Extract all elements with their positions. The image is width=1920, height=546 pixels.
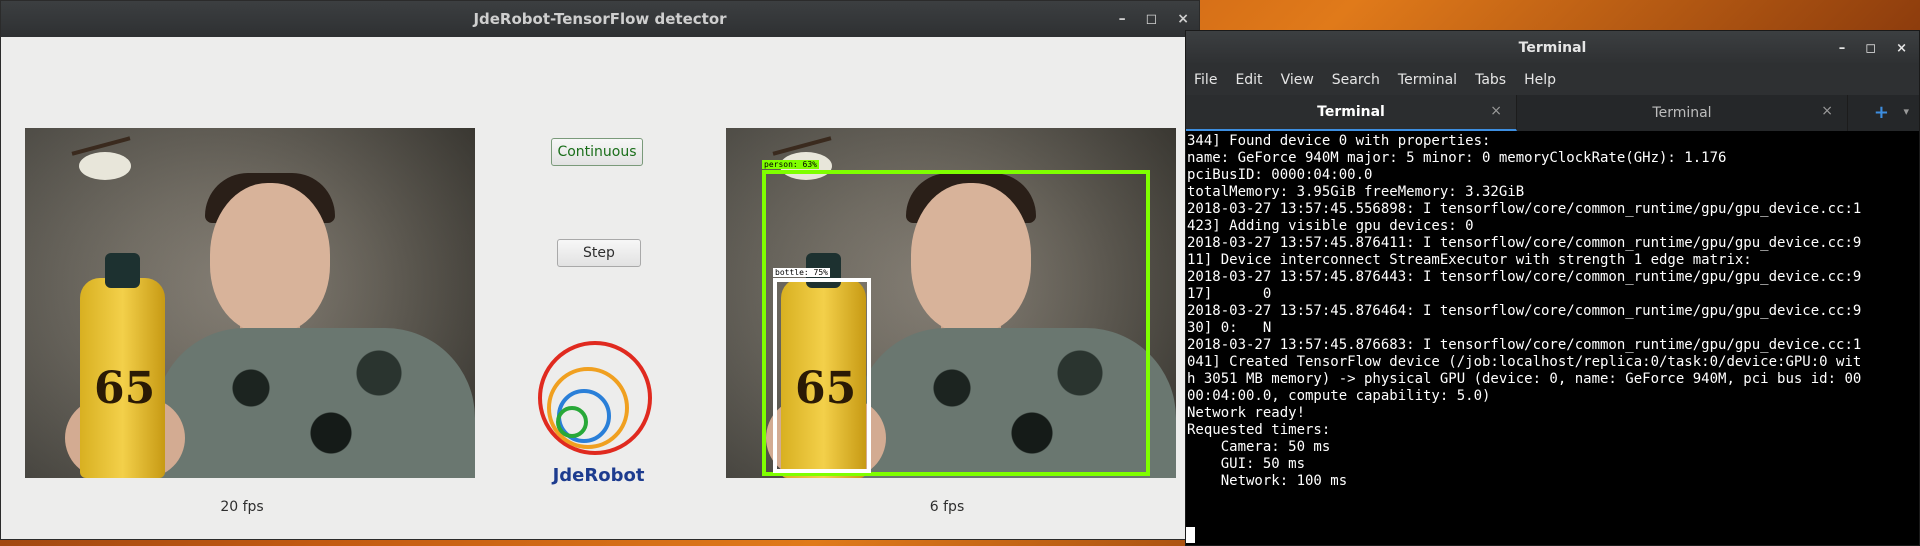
terminal-line: 423] Adding visible gpu devices: 0	[1187, 218, 1474, 234]
maximize-icon[interactable]: ◻	[1865, 41, 1876, 56]
bottle-bounding-box	[773, 278, 871, 473]
terminal-cursor	[1186, 527, 1195, 543]
maximize-icon[interactable]: ◻	[1146, 11, 1158, 27]
step-button[interactable]: Step	[557, 239, 641, 267]
terminal-line: 2018-03-27 13:57:45.876464: I tensorflow…	[1187, 303, 1862, 319]
tab-close-icon[interactable]: ×	[1821, 103, 1833, 119]
terminal-line: 2018-03-27 13:57:45.876683: I tensorflow…	[1187, 337, 1862, 353]
menu-search[interactable]: Search	[1332, 72, 1380, 88]
terminal-line: 11] Device interconnect StreamExecutor w…	[1187, 252, 1752, 268]
close-icon[interactable]: ×	[1177, 11, 1189, 27]
menu-terminal[interactable]: Terminal	[1398, 72, 1457, 88]
tab-close-icon[interactable]: ×	[1490, 103, 1502, 119]
terminal-tabbar: Terminal × Terminal × + ▾	[1186, 95, 1919, 131]
minimize-icon[interactable]: –	[1839, 41, 1846, 56]
input-fps-label: 20 fps	[220, 499, 264, 515]
output-fps-label: 6 fps	[929, 499, 965, 515]
camera-input-image: 65	[25, 128, 475, 478]
terminal-window: Terminal – ◻ × File Edit View Search Ter…	[1185, 30, 1920, 546]
close-icon[interactable]: ×	[1896, 41, 1907, 56]
terminal-line: 00:04:00.0, compute capability: 5.0)	[1187, 388, 1491, 404]
terminal-line: 30] 0: N	[1187, 320, 1272, 336]
terminal-line: name: GeForce 940M major: 5 minor: 0 mem…	[1187, 150, 1727, 166]
jderobot-logo	[538, 341, 652, 455]
terminal-line: Camera: 50 ms	[1187, 439, 1331, 455]
terminal-line: Network: 100 ms	[1187, 473, 1348, 489]
terminal-titlebar[interactable]: Terminal – ◻ ×	[1186, 31, 1919, 65]
terminal-line: h 3051 MB memory) -> physical GPU (devic…	[1187, 371, 1862, 387]
detector-titlebar[interactable]: JdeRobot-TensorFlow detector – ◻ ×	[1, 1, 1199, 37]
menu-tabs[interactable]: Tabs	[1475, 72, 1506, 88]
detection-output-image: 65 person: 63% bottle: 75%	[726, 128, 1176, 478]
terminal-line: totalMemory: 3.95GiB freeMemory: 3.32GiB	[1187, 184, 1525, 200]
terminal-title: Terminal	[1518, 40, 1587, 56]
menu-help[interactable]: Help	[1524, 72, 1556, 88]
new-tab-icon[interactable]: +	[1874, 102, 1889, 123]
bottle-label: bottle: 75%	[773, 268, 830, 277]
terminal-line: 344] Found device 0 with properties:	[1187, 133, 1491, 149]
minimize-icon[interactable]: –	[1119, 11, 1126, 27]
terminal-line: 17] 0	[1187, 286, 1272, 302]
detector-window: JdeRobot-TensorFlow detector – ◻ × 65 Co…	[0, 0, 1200, 540]
tab-label: Terminal	[1652, 105, 1712, 121]
tab-label: Terminal	[1317, 104, 1385, 120]
bottle-object: 65	[80, 253, 165, 478]
continuous-button[interactable]: Continuous	[551, 138, 643, 166]
detector-title: JdeRobot-TensorFlow detector	[473, 10, 727, 28]
tab-terminal-2[interactable]: Terminal ×	[1517, 95, 1848, 131]
terminal-line: Network ready!	[1187, 405, 1306, 421]
terminal-line: 2018-03-27 13:57:45.876411: I tensorflow…	[1187, 235, 1862, 251]
terminal-line: 041] Created TensorFlow device (/job:loc…	[1187, 354, 1862, 370]
terminal-output[interactable]: 344] Found device 0 with properties: name…	[1186, 131, 1919, 545]
terminal-line: 2018-03-27 13:57:45.556898: I tensorflow…	[1187, 201, 1862, 217]
logo-text: JdeRobot	[552, 465, 645, 486]
person-label: person: 63%	[762, 160, 819, 169]
menu-view[interactable]: View	[1281, 72, 1314, 88]
tab-terminal-1[interactable]: Terminal ×	[1186, 95, 1517, 131]
chevron-down-icon[interactable]: ▾	[1903, 105, 1909, 118]
menu-file[interactable]: File	[1194, 72, 1217, 88]
terminal-menubar: File Edit View Search Terminal Tabs Help	[1186, 65, 1919, 95]
terminal-line: Requested timers:	[1187, 422, 1331, 438]
terminal-line: 2018-03-27 13:57:45.876443: I tensorflow…	[1187, 269, 1862, 285]
ceiling-fan-image	[71, 136, 131, 180]
terminal-line: GUI: 50 ms	[1187, 456, 1306, 472]
terminal-line: pciBusID: 0000:04:00.0	[1187, 167, 1373, 183]
menu-edit[interactable]: Edit	[1235, 72, 1262, 88]
